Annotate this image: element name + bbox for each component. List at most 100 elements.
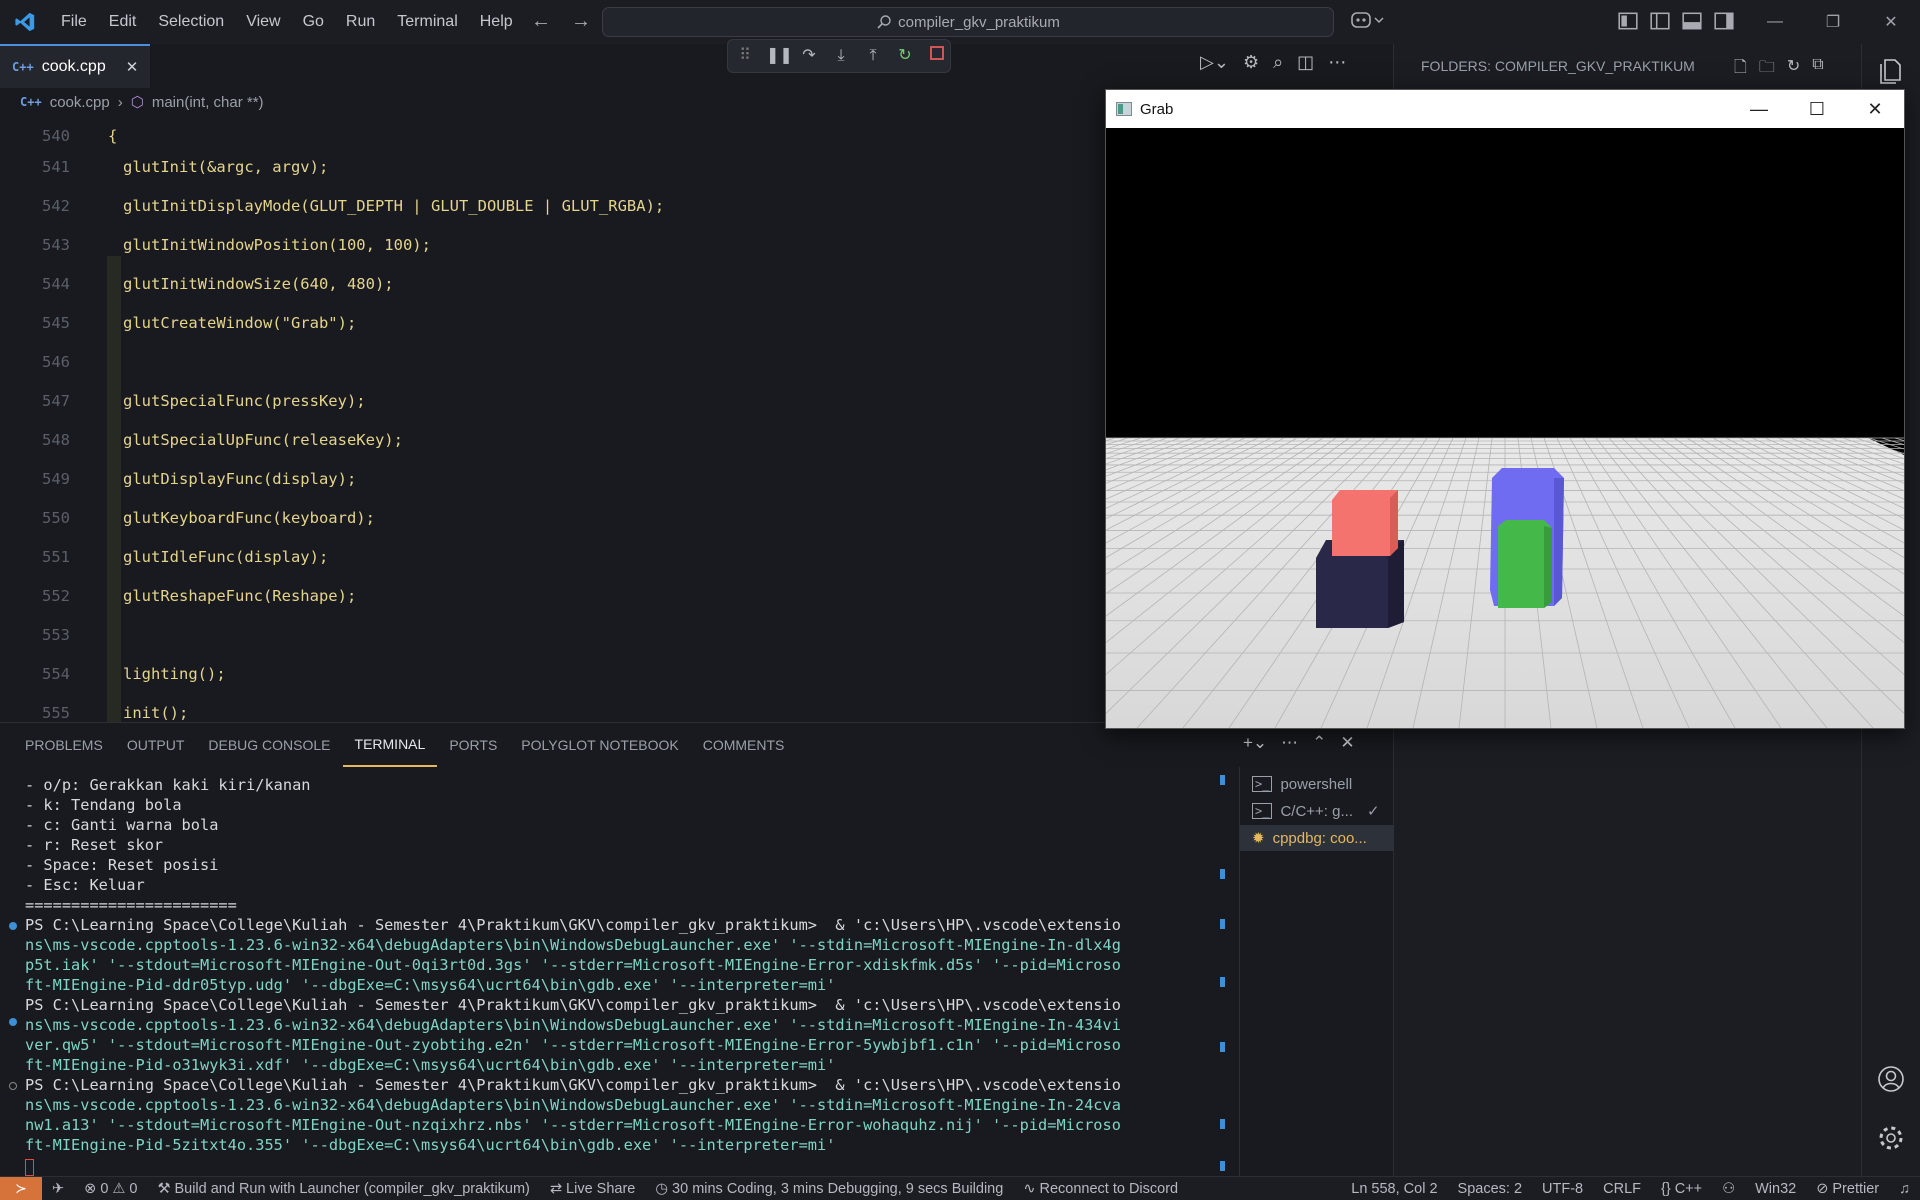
scroll-marker [1220,869,1225,879]
terminal-line: ======================= [25,896,237,914]
forward-arrow-icon[interactable]: → [568,8,594,34]
minimize-icon[interactable]: — [1746,0,1804,44]
wakatime-status[interactable]: ◷ 30 mins Coding, 3 mins Debugging, 9 sec… [645,1181,1013,1197]
terminal-item-label: cppdbg: coo... [1272,829,1367,847]
platform[interactable]: Win32 [1745,1181,1806,1197]
refresh-icon[interactable]: ↻ [1787,56,1800,83]
step-out-icon[interactable]: ⤒ [862,45,884,67]
toggle-panel-icon[interactable] [1681,10,1703,32]
copilot-status-icon[interactable]: ⚇ [1712,1181,1745,1197]
menu-go[interactable]: Go [292,0,335,44]
code-text: glutDisplayFunc(display); [123,469,357,488]
step-over-icon[interactable]: ↷ [798,45,820,67]
collapse-all-icon[interactable]: ⧉ [1812,56,1823,83]
terminal-line: - c: Ganti warna bola [25,816,219,834]
breadcrumb-file[interactable]: cook.cpp [50,94,110,111]
tab-problems[interactable]: PROBLEMS [13,723,115,767]
line-number: 541 [42,157,70,176]
split-editor-icon[interactable]: ◫ [1297,52,1314,73]
breadcrumb-symbol[interactable]: main(int, char **) [152,94,264,111]
terminal-item-cppdbg[interactable]: ✹ cppdbg: coo... [1240,825,1394,851]
more-icon[interactable]: ⋯ [1281,733,1298,753]
cursor-position[interactable]: Ln 558, Col 2 [1341,1181,1447,1197]
scroll-marker [1220,919,1225,929]
remote-indicator-icon[interactable]: ≻ [0,1176,42,1200]
customize-layout-icon[interactable] [1617,10,1639,32]
new-file-icon[interactable]: 🗋 [1734,56,1747,83]
back-arrow-icon[interactable]: ← [528,8,554,34]
tab-output[interactable]: OUTPUT [115,723,197,767]
copilot-icon[interactable] [1350,10,1384,35]
menu-terminal[interactable]: Terminal [386,0,468,44]
explorer-files-icon[interactable] [1876,56,1906,86]
maximize-panel-icon[interactable]: ⌃ [1312,733,1326,753]
opengl-scene-canvas[interactable] [1106,128,1904,728]
restart-icon[interactable]: ↻ [894,45,916,67]
grab-minimize-icon[interactable]: — [1730,90,1788,128]
live-share-status[interactable]: ⇄ Live Share [540,1181,645,1197]
restore-icon[interactable]: ❐ [1804,0,1862,44]
grab-close-icon[interactable]: ✕ [1846,90,1904,128]
more-actions-icon[interactable]: ⋯ [1328,52,1346,73]
menu-help[interactable]: Help [469,0,524,44]
prettier-status[interactable]: ⊘ Prettier [1806,1181,1889,1197]
extensions-status-icon[interactable]: ✈ [42,1181,74,1197]
command-decoration-icon[interactable] [9,1018,17,1026]
notifications-bell-icon[interactable]: ♫ [1889,1181,1920,1197]
menu-file[interactable]: File [50,0,98,44]
tab-polyglot-notebook[interactable]: POLYGLOT NOTEBOOK [509,723,690,767]
close-tab-icon[interactable]: ✕ [126,58,139,76]
manage-gear-icon[interactable] [1876,1123,1906,1153]
language-mode[interactable]: {} C++ [1651,1181,1712,1197]
toggle-secondary-sidebar-icon[interactable] [1713,10,1735,32]
toggle-primary-sidebar-icon[interactable] [1649,10,1671,32]
terminal-item-cpp-task[interactable]: >_ C/C++: g... ✓ [1240,798,1394,824]
terminal-item-powershell[interactable]: >_ powershell [1240,771,1394,797]
command-decoration-icon[interactable] [9,922,17,930]
new-folder-icon[interactable]: 🗀 [1759,56,1775,83]
clock-icon: ◷ [655,1180,669,1197]
menu-run[interactable]: Run [335,0,386,44]
command-center-search[interactable]: compiler_gkv_praktikum [602,7,1334,37]
explorer-actions: 🗋 🗀 ↻ ⧉ [1734,56,1824,83]
tab-comments[interactable]: COMMENTS [691,723,797,767]
code-line: 550 glutKeyboardFunc(keyboard); [0,498,1100,537]
error-icon: ⊗ [84,1180,97,1197]
run-icon[interactable]: ▷⌄ [1200,52,1229,73]
menu-view[interactable]: View [235,0,291,44]
discord-status[interactable]: ∿ Reconnect to Discord [1013,1181,1188,1197]
tab-cook-cpp[interactable]: C++ cook.cpp ✕ [0,44,150,88]
tab-terminal[interactable]: TERMINAL [342,723,438,767]
search-icon [877,15,891,29]
step-into-icon[interactable]: ⤓ [830,45,852,67]
terminal-output[interactable]: - o/p: Gerakkan kaki kiri/kanan - k: Ten… [0,767,1225,1177]
new-terminal-icon[interactable]: +⌄ [1243,733,1267,753]
drag-handle-icon[interactable]: ⠿ [734,45,756,67]
problems-status[interactable]: ⊗ 0 ⚠ 0 [74,1181,147,1197]
settings-gear-icon[interactable]: ⚙ [1243,52,1259,73]
vscode-window: { "titlebar": { "menu": ["File", "Edit",… [0,0,1920,1200]
encoding[interactable]: UTF-8 [1532,1181,1593,1197]
account-icon[interactable] [1876,1064,1906,1094]
tab-ports[interactable]: PORTS [437,723,509,767]
code-line: 546 [0,342,1100,381]
search-editor-icon[interactable]: ⌕ [1273,52,1283,73]
terminal-line: PS C:\Learning Space\College\Kuliah - Se… [25,996,1121,1014]
grab-app-window[interactable]: Grab — ☐ ✕ [1105,89,1905,729]
terminal-line: - Space: Reset posisi [25,856,219,874]
build-run-status[interactable]: ⚒ Build and Run with Launcher (compiler_g… [147,1181,539,1197]
tab-debug-console[interactable]: DEBUG CONSOLE [196,723,342,767]
pause-icon[interactable]: ❚❚ [766,45,793,67]
code-text: glutSpecialUpFunc(releaseKey); [123,430,403,449]
menu-selection[interactable]: Selection [147,0,235,44]
command-decoration-icon[interactable] [9,1082,17,1090]
end-of-line[interactable]: CRLF [1593,1181,1651,1197]
indentation[interactable]: Spaces: 2 [1448,1181,1533,1197]
line-number: 550 [42,508,70,527]
menu-edit[interactable]: Edit [98,0,148,44]
grab-maximize-icon[interactable]: ☐ [1788,90,1846,128]
grab-titlebar[interactable]: Grab — ☐ ✕ [1106,90,1904,128]
stop-icon[interactable] [926,45,948,67]
close-window-icon[interactable]: ✕ [1862,0,1920,44]
close-panel-icon[interactable]: ✕ [1340,733,1354,753]
